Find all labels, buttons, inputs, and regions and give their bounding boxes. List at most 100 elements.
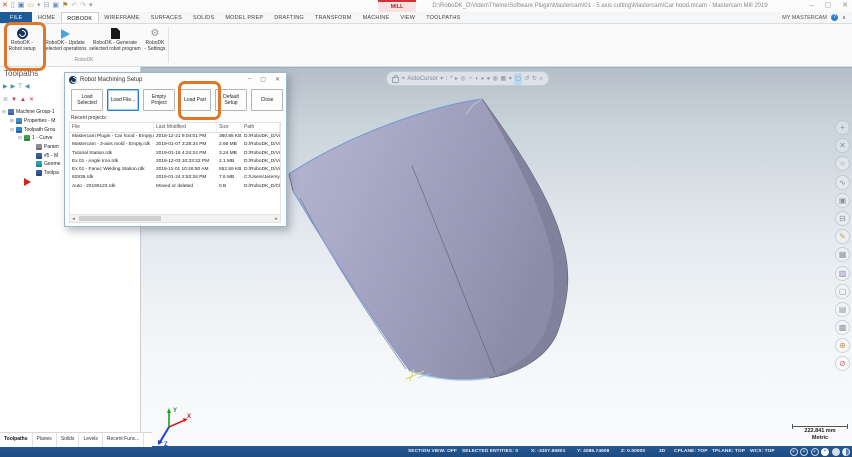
save-icon[interactable]: ▣ (18, 0, 25, 12)
tab-model-prep[interactable]: MODEL PREP (220, 12, 269, 23)
table-row[interactable]: Ex 01 - Angle Iron.rdk2018-12-03 10:33:2… (70, 158, 280, 166)
robodk-settings-button[interactable]: ⚙RoboDK - Settings (142, 25, 168, 52)
zoom-in-icon[interactable]: + (835, 120, 850, 135)
manager-tab-levels[interactable]: Levels (79, 433, 102, 447)
load-file-button[interactable]: Load File... (107, 89, 139, 111)
tab-toolpaths[interactable]: TOOLPATHS (421, 12, 466, 23)
mastercam-logo-icon[interactable]: ✕ (2, 0, 8, 12)
lock-icon[interactable] (392, 77, 399, 83)
open-dropdown-icon[interactable]: ▾ (37, 0, 41, 12)
tab-wireframe[interactable]: WIREFRAME (99, 12, 145, 23)
select-mode-1-icon[interactable]: ◎ (461, 73, 466, 85)
manager-tab-toolpaths[interactable]: Toolpaths (0, 433, 33, 447)
select-mode-5-icon[interactable]: ● (487, 73, 491, 85)
maximize-button[interactable]: ▢ (825, 0, 832, 12)
open-file-icon[interactable]: ▭ (27, 0, 34, 12)
tab-view[interactable]: VIEW (395, 12, 421, 23)
panel-tool-icon-0-1[interactable]: ▶ (11, 84, 16, 90)
grid-dropdown-icon[interactable]: ▾ (509, 73, 512, 85)
camera-view-icon[interactable]: ▣ (835, 193, 850, 208)
gnomon-view-6-icon[interactable] (842, 448, 850, 456)
sketch-icon[interactable]: ✎ (835, 229, 850, 244)
material-icon[interactable]: ▩ (835, 320, 850, 335)
table-row[interactable]: Auto - 20190123.rdkMoved or deleted0 BD:… (70, 183, 280, 191)
dynamic-rotate-icon[interactable]: ○ (835, 156, 850, 171)
analyze-icon[interactable]: ✕ (835, 138, 850, 153)
new-file-icon[interactable]: ▯ (11, 0, 15, 12)
gnomon-view-4-icon[interactable]: + (821, 448, 829, 456)
table-row[interactable]: Mastercam - 3-axis mold - Empty.rdk2019-… (70, 141, 280, 149)
default-setup-button[interactable]: Default Setup (215, 89, 247, 111)
tab-drafting[interactable]: DRAFTING (269, 12, 310, 23)
fit-screen-icon[interactable]: ⊟ (835, 211, 850, 226)
undo-icon[interactable]: ↶ (71, 0, 77, 12)
minimize-button[interactable]: – (810, 0, 814, 12)
autocursor-dropdown-icon[interactable]: ▾ (440, 73, 443, 85)
close-button[interactable]: ✕ (842, 0, 848, 12)
settings-gear-icon[interactable]: ⊕ (835, 338, 850, 353)
wcs-selector[interactable]: WCS: TOP (750, 446, 775, 457)
panel-tool-icon-1-3[interactable]: ✕ (29, 97, 34, 103)
redo-icon[interactable]: ↷ (80, 0, 86, 12)
manager-tab-recent-func-[interactable]: Recent Func... (103, 433, 145, 447)
autocursor-label[interactable]: AutoCursor (407, 76, 437, 82)
scroll-left-arrow[interactable]: ◂ (70, 216, 77, 222)
y-coordinate-readout[interactable]: Y: 4086.74608 (577, 446, 609, 457)
flag-icon[interactable]: ⚑ (62, 0, 68, 12)
hood-surface[interactable] (289, 99, 568, 380)
manager-tab-planes[interactable]: Planes (33, 433, 57, 447)
panel-tool-icon-0-2[interactable]: T (18, 84, 22, 90)
dialog-title-bar[interactable]: Robot Machining Setup –▢✕ (65, 73, 286, 86)
panel-tool-icon-1-0[interactable]: ≣ (3, 97, 8, 103)
disable-icon[interactable]: ⊘ (835, 356, 850, 371)
dialog-close-button[interactable]: ✕ (275, 76, 280, 83)
tplane-selector[interactable]: TPLANE: TOP (712, 446, 745, 457)
cursor-target-icon[interactable]: ⌖ (402, 73, 405, 85)
select-mode-3-icon[interactable]: ◑ (474, 73, 478, 85)
section-view-toggle[interactable]: SECTION VIEW: OFF (408, 446, 457, 457)
column-header-last-modified[interactable]: Last Modified (154, 123, 217, 132)
tab-surfaces[interactable]: SURFACES (145, 12, 187, 23)
tab-file[interactable]: FILE (0, 12, 32, 23)
robodk-robot-setup-button[interactable]: RoboDK - Robot setup (2, 25, 42, 52)
scrollbar-thumb[interactable] (79, 216, 161, 221)
tab-robodk[interactable]: ROBODK (61, 12, 99, 23)
dialog-minimize-button[interactable]: – (248, 76, 251, 83)
select-mode-2-icon[interactable]: ◔ (468, 73, 472, 85)
grid-select-icon[interactable]: ▦ (501, 73, 507, 85)
tab-transform[interactable]: TRANSFORM (309, 12, 357, 23)
fast-point-icon[interactable]: * (450, 73, 452, 85)
column-header-size[interactable]: Size (217, 123, 242, 132)
solid-cube-icon[interactable]: ▦ (835, 247, 850, 262)
close-dialog-button[interactable]: Close (251, 89, 283, 111)
table-row[interactable]: Tutorial Station.rdk2019-01-16 4:24:24 P… (70, 150, 280, 158)
gnomon-view-2-icon[interactable]: + (800, 448, 808, 456)
undo-selection-icon[interactable]: ↺ (524, 73, 529, 85)
tab-machine[interactable]: MACHINE (357, 12, 395, 23)
my-mastercam-button[interactable]: MY MASTERCAM (782, 15, 827, 21)
curve-icon[interactable]: ∿ (835, 175, 850, 190)
select-cursor-icon[interactable]: ▸ (455, 73, 458, 85)
panel-tool-icon-1-1[interactable]: ▼ (11, 97, 17, 103)
horizontal-scrollbar[interactable]: ◂ ▸ (70, 214, 280, 222)
section-icon[interactable]: ▤ (835, 302, 850, 317)
clear-selection-icon[interactable]: ⌕ (539, 73, 542, 85)
load-selected-button[interactable]: Load Selected (71, 89, 103, 111)
table-row[interactable]: 62939.rdk2019-01-24 2:53:26 PM7.6 MBC:/U… (70, 174, 280, 182)
robodk-update-operations-button[interactable]: RoboDK - Update selected operations (42, 25, 88, 52)
help-icon[interactable]: ? (831, 14, 838, 21)
empty-project-button[interactable]: Empty Project (143, 89, 175, 111)
z-coordinate-readout[interactable]: Z: 0.00000 (621, 446, 645, 457)
ribbon-collapse-icon[interactable]: ∧ (842, 15, 846, 21)
table-row[interactable]: Mastercam Plugin - Car hood - Empty.rdk2… (70, 133, 280, 141)
select-mode-6-icon[interactable]: ◍ (493, 73, 498, 85)
column-header-path[interactable]: Path (242, 123, 280, 132)
bounding-box-icon[interactable]: ▢ (835, 284, 850, 299)
gnomon-view-3-icon[interactable]: + (811, 448, 819, 456)
gnomon-view-5-icon[interactable] (832, 448, 840, 456)
qat-dropdown-icon[interactable]: ▾ (89, 0, 93, 12)
robodk-generate-program-button[interactable]: RoboDK - Generate selected robot program (88, 25, 142, 52)
print-icon[interactable]: ⊟ (44, 0, 50, 12)
selection-box-icon[interactable]: ▢ (514, 73, 522, 85)
load-part-button[interactable]: Load Part (179, 89, 211, 111)
